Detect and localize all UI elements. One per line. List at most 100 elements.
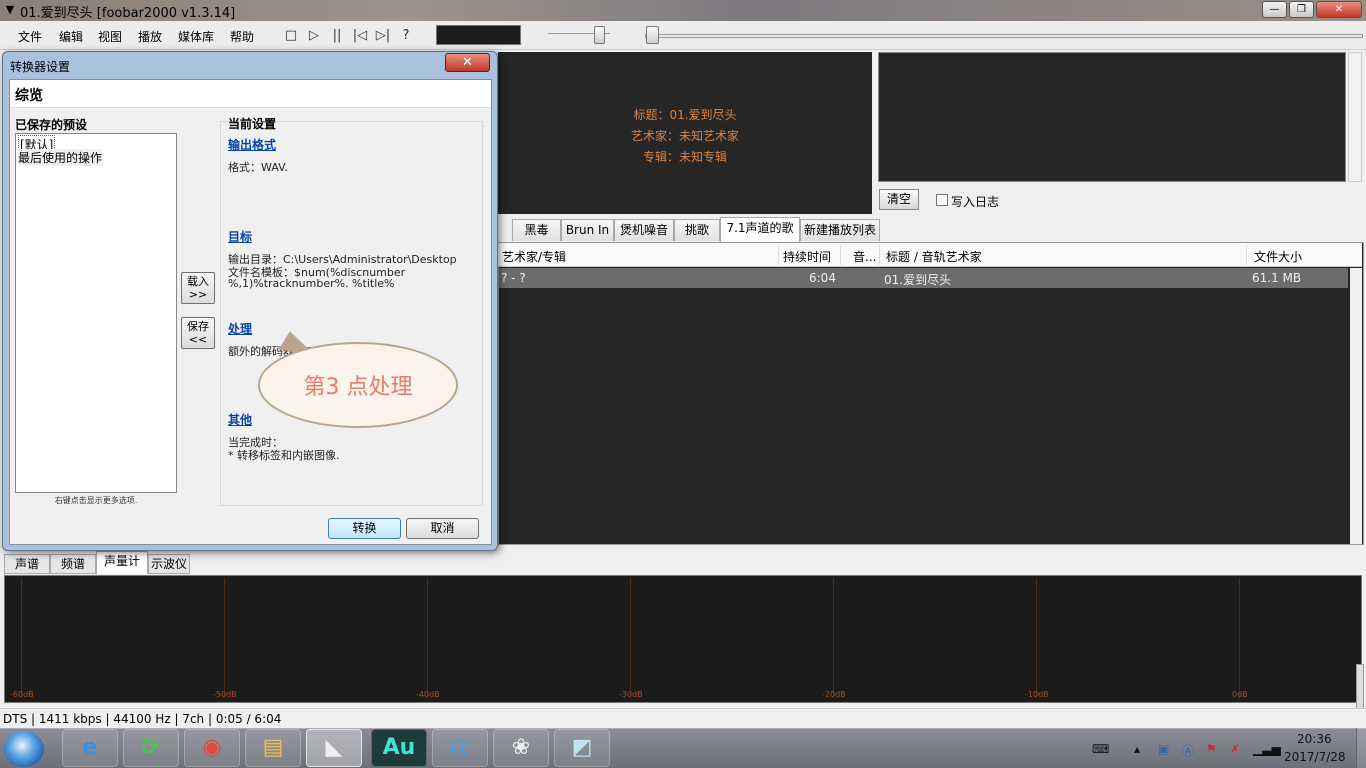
window-app-icon[interactable]: ◩ bbox=[554, 729, 610, 767]
menu-library[interactable]: 媒体库 bbox=[178, 28, 214, 45]
meter-label: -60dB bbox=[10, 690, 34, 699]
info-album: 专辑：未知专辑 bbox=[642, 150, 727, 164]
meter-gridline bbox=[1036, 578, 1037, 698]
dialog-close-button[interactable]: ✕ bbox=[445, 53, 490, 72]
close-window-button[interactable]: ✕ bbox=[1316, 1, 1362, 18]
tab-burn-in[interactable]: Brun In bbox=[561, 219, 614, 241]
meter-gridline bbox=[224, 578, 225, 698]
col-artist-album[interactable]: 艺术家/专辑 bbox=[502, 248, 566, 265]
refresh-app-icon[interactable]: ⟳ bbox=[123, 729, 179, 767]
start-button[interactable] bbox=[4, 731, 44, 767]
menu-help[interactable]: 帮助 bbox=[230, 28, 254, 45]
col-separator bbox=[778, 245, 779, 265]
tab-burnin-noise[interactable]: 煲机噪音 bbox=[614, 219, 674, 241]
previous-icon[interactable]: |◁ bbox=[351, 27, 369, 45]
stop-icon[interactable]: □ bbox=[282, 27, 300, 45]
col-title[interactable]: 标题 / 音轨艺术家 bbox=[886, 248, 982, 265]
audition-icon[interactable]: Au bbox=[371, 729, 427, 767]
dialog-title: 转换器设置 bbox=[10, 60, 71, 74]
current-settings-label: 当前设置 bbox=[228, 117, 277, 131]
other-link[interactable]: 其他 bbox=[228, 411, 252, 428]
output-format-text: 格式：WAV. bbox=[228, 161, 288, 174]
peak-meter-panel bbox=[4, 575, 1362, 703]
media-app-icon[interactable]: ❀ bbox=[493, 729, 549, 767]
tab-new-playlist[interactable]: 新建播放列表 bbox=[800, 219, 880, 241]
status-bar: DTS | 1411 kbps | 44100 Hz | 7ch | 0:05 … bbox=[0, 708, 1366, 728]
meter-label: -20dB bbox=[822, 690, 846, 699]
menu-edit[interactable]: 编辑 bbox=[59, 28, 83, 45]
random-icon[interactable]: ? bbox=[397, 27, 415, 45]
output-format-link[interactable]: 输出格式 bbox=[228, 136, 276, 153]
playlist-header: 艺术家/专辑 持续时间 音... 标题 / 音轨艺术家 文件大小 bbox=[498, 243, 1362, 267]
info-artist: 艺术家：未知艺术家 bbox=[630, 129, 739, 143]
tab-7-1-songs[interactable]: 7.1声道的歌 bbox=[720, 217, 800, 242]
save-preset-button[interactable]: 保存 << bbox=[181, 317, 215, 349]
preset-last-used[interactable]: 最后使用的操作 bbox=[18, 149, 103, 166]
flag-icon[interactable]: ✗ bbox=[1230, 742, 1240, 756]
title-bar: ▼ 01.爱到尽头 [foobar2000 v1.3.14] bbox=[0, 0, 1366, 21]
tab-spectrogram[interactable]: 声谱 bbox=[4, 554, 50, 574]
keyboard-icon[interactable]: ⌨ bbox=[1092, 742, 1109, 756]
volume-slider-knob[interactable] bbox=[594, 26, 605, 44]
tab-spectrum[interactable]: 频谱 bbox=[50, 554, 96, 574]
maximize-button[interactable]: ❐ bbox=[1289, 1, 1314, 18]
meter-gridline bbox=[1239, 578, 1240, 698]
clear-button[interactable]: 清空 bbox=[879, 189, 919, 210]
action-center-icon[interactable]: ⚑ bbox=[1206, 742, 1217, 756]
next-icon[interactable]: ▷| bbox=[374, 27, 392, 45]
chrome-icon[interactable]: ◉ bbox=[184, 729, 240, 767]
processing-link[interactable]: 处理 bbox=[228, 320, 252, 337]
load-preset-button[interactable]: 载入 >> bbox=[181, 272, 215, 304]
tab-oscilloscope[interactable]: 示波仪 bbox=[148, 554, 190, 574]
col-duration[interactable]: 持续时间 bbox=[783, 248, 831, 265]
minimize-button[interactable]: — bbox=[1262, 1, 1287, 18]
meter-gridline bbox=[833, 578, 834, 698]
destination-link[interactable]: 目标 bbox=[228, 228, 252, 245]
window-title: 01.爱到尽头 [foobar2000 v1.3.14] bbox=[20, 6, 236, 21]
clock-date[interactable]: 2017/7/28 bbox=[1284, 750, 1346, 764]
preset-list[interactable] bbox=[15, 133, 177, 493]
show-desktop-button[interactable] bbox=[1356, 728, 1366, 768]
meter-label: -30dB bbox=[619, 690, 643, 699]
clock-time[interactable]: 20:36 bbox=[1297, 732, 1332, 746]
convert-button[interactable]: 转换 bbox=[328, 518, 401, 539]
meter-label: -50dB bbox=[213, 690, 237, 699]
signal-icon[interactable]: ▁▃▅ bbox=[1253, 742, 1281, 756]
log-checkbox[interactable] bbox=[936, 194, 948, 206]
console-panel bbox=[878, 52, 1346, 182]
menu-view[interactable]: 视图 bbox=[98, 28, 122, 45]
col-filesize[interactable]: 文件大小 bbox=[1254, 248, 1302, 265]
ie-icon[interactable]: e bbox=[62, 729, 118, 767]
menu-bar: 文件 编辑 视图 播放 媒体库 帮助 □ ▷ || |◁ ▷| ? bbox=[0, 21, 1366, 50]
seek-bar[interactable] bbox=[645, 34, 1363, 38]
menu-file[interactable]: 文件 bbox=[18, 28, 42, 45]
tab-peak-meter[interactable]: 声量计 bbox=[96, 551, 148, 574]
table-row[interactable]: ? - ? 6:04 01.爱到尽头 61.1 MB bbox=[499, 268, 1348, 288]
log-checkbox-label: 写入日志 bbox=[951, 195, 1000, 209]
col-track[interactable]: 音... bbox=[853, 248, 876, 265]
preset-hint: 右键点击显示更多选项. bbox=[54, 496, 138, 505]
info-title: 标题：01.爱到尽头 bbox=[633, 108, 737, 122]
explorer-icon[interactable]: ▤ bbox=[245, 729, 301, 767]
tab-pick-songs[interactable]: 挑歌 bbox=[674, 219, 720, 241]
play-icon[interactable]: ▷ bbox=[305, 27, 323, 45]
app-icon: ▼ bbox=[5, 3, 15, 16]
mini-visualizer bbox=[436, 25, 521, 45]
saved-presets-label: 已保存的预设 bbox=[15, 118, 88, 132]
cloud-app-icon[interactable]: ◎ bbox=[432, 729, 488, 767]
seek-slider-knob[interactable] bbox=[646, 26, 659, 44]
shield-icon[interactable]: Ⓐ bbox=[1182, 742, 1194, 759]
col-separator bbox=[840, 245, 841, 265]
meter-gridline bbox=[427, 578, 428, 698]
playlist-scrollbar[interactable] bbox=[1350, 268, 1362, 544]
console-scrollbar[interactable] bbox=[1348, 52, 1362, 182]
dialog-header bbox=[10, 80, 491, 108]
filename-template-text-cont: %,1)%tracknumber%. %title% bbox=[228, 277, 395, 290]
cancel-button[interactable]: 取消 bbox=[406, 518, 479, 539]
network-app-icon[interactable]: ▣ bbox=[1158, 742, 1169, 756]
show-hidden-icons-icon[interactable]: ▴ bbox=[1134, 742, 1140, 756]
menu-playback[interactable]: 播放 bbox=[138, 28, 162, 45]
tab-heidu[interactable]: 黑毒 bbox=[512, 219, 561, 241]
foobar-icon[interactable]: ◣ bbox=[306, 729, 362, 767]
pause-icon[interactable]: || bbox=[328, 27, 346, 45]
